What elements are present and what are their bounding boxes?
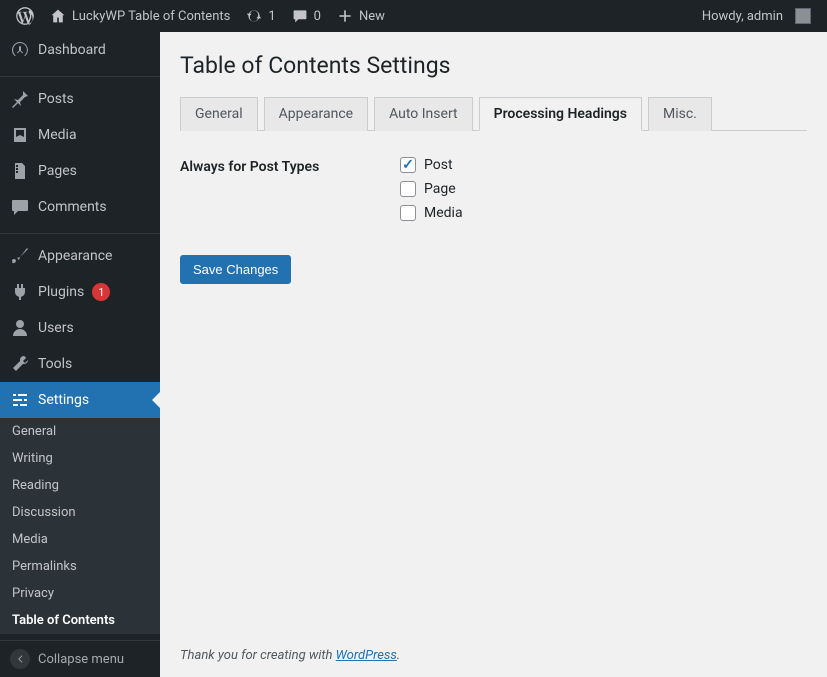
sidebar-item-users[interactable]: Users	[0, 310, 160, 346]
sidebar-item-appearance[interactable]: Appearance	[0, 238, 160, 274]
submenu-table-of-contents[interactable]: Table of Contents	[0, 607, 160, 634]
avatar	[795, 8, 811, 24]
tab-processing-headings[interactable]: Processing Headings	[479, 97, 642, 131]
sidebar-item-plugins[interactable]: Plugins 1	[0, 274, 160, 310]
checkbox-list: Post Page Media	[400, 157, 463, 221]
comment-icon	[10, 197, 30, 217]
submenu-writing[interactable]: Writing	[0, 445, 160, 472]
checkbox-media[interactable]: Media	[400, 205, 463, 221]
home-icon	[50, 8, 66, 24]
sidebar-item-label: Comments	[38, 199, 107, 215]
sidebar-item-label: Appearance	[38, 248, 112, 264]
sidebar-item-label: Media	[38, 127, 77, 143]
menu-separator	[0, 72, 160, 77]
settings-tabs: General Appearance Auto Insert Processin…	[180, 97, 807, 131]
tab-appearance[interactable]: Appearance	[264, 97, 368, 131]
submenu-general[interactable]: General	[0, 418, 160, 445]
sidebar-item-label: Pages	[38, 163, 77, 179]
admin-footer: Thank you for creating with WordPress.	[180, 634, 807, 677]
adminbar-howdy: Howdy, admin	[702, 9, 783, 24]
submenu-reading[interactable]: Reading	[0, 472, 160, 499]
adminbar-new[interactable]: New	[329, 0, 393, 32]
checkbox-label: Page	[424, 181, 456, 197]
checkbox-page[interactable]: Page	[400, 181, 463, 197]
plus-icon	[337, 8, 353, 24]
footer-text-after: .	[397, 648, 400, 663]
adminbar-account[interactable]: Howdy, admin	[694, 0, 819, 32]
main-content: Table of Contents Settings General Appea…	[160, 32, 827, 677]
sidebar-item-dashboard[interactable]: Dashboard	[0, 32, 160, 68]
field-always-for-post-types: Always for Post Types Post Page Media	[180, 157, 807, 221]
sidebar-item-label: Tools	[38, 356, 72, 372]
admin-bar: LuckyWP Table of Contents 1 0 New Howdy,…	[0, 0, 827, 32]
menu-separator	[0, 229, 160, 234]
footer-wordpress-link[interactable]: WordPress	[336, 648, 397, 663]
submenu-permalinks[interactable]: Permalinks	[0, 553, 160, 580]
sidebar-item-label: Users	[38, 320, 74, 336]
sidebar-item-tools[interactable]: Tools	[0, 346, 160, 382]
save-button[interactable]: Save Changes	[180, 255, 291, 284]
checkbox-post[interactable]: Post	[400, 157, 463, 173]
pin-icon	[10, 89, 30, 109]
checkbox-input[interactable]	[400, 205, 416, 221]
wrench-icon	[10, 354, 30, 374]
sidebar-item-pages[interactable]: Pages	[0, 153, 160, 189]
comment-icon	[292, 8, 308, 24]
adminbar-site-name[interactable]: LuckyWP Table of Contents	[42, 0, 238, 32]
plugin-icon	[10, 282, 30, 302]
adminbar-comments[interactable]: 0	[284, 0, 329, 32]
sidebar-item-media[interactable]: Media	[0, 117, 160, 153]
checkbox-input[interactable]	[400, 181, 416, 197]
dashboard-icon	[10, 40, 30, 60]
field-label: Always for Post Types	[180, 157, 400, 221]
user-icon	[10, 318, 30, 338]
adminbar-comments-count: 0	[314, 9, 321, 24]
page-icon	[10, 161, 30, 181]
adminbar-new-label: New	[359, 9, 385, 24]
sidebar-item-label: Plugins	[38, 284, 84, 300]
submenu-privacy[interactable]: Privacy	[0, 580, 160, 607]
footer-text: Thank you for creating with	[180, 648, 336, 663]
update-icon	[246, 8, 262, 24]
brush-icon	[10, 246, 30, 266]
checkbox-label: Post	[424, 157, 453, 173]
sidebar-item-comments[interactable]: Comments	[0, 189, 160, 225]
page-title: Table of Contents Settings	[180, 52, 807, 79]
tab-general[interactable]: General	[180, 97, 258, 131]
collapse-icon	[10, 649, 30, 669]
adminbar-wp-logo[interactable]	[8, 0, 42, 32]
submenu-discussion[interactable]: Discussion	[0, 499, 160, 526]
tab-misc[interactable]: Misc.	[648, 97, 712, 131]
collapse-label: Collapse menu	[38, 652, 124, 667]
settings-submenu: General Writing Reading Discussion Media…	[0, 418, 160, 634]
sidebar-item-posts[interactable]: Posts	[0, 81, 160, 117]
wordpress-logo-icon	[16, 7, 34, 25]
adminbar-updates[interactable]: 1	[238, 0, 283, 32]
sidebar-item-label: Posts	[38, 91, 74, 107]
sidebar-item-label: Settings	[38, 392, 89, 408]
collapse-menu[interactable]: Collapse menu	[0, 640, 160, 677]
media-icon	[10, 125, 30, 145]
adminbar-site-label: LuckyWP Table of Contents	[72, 9, 230, 24]
sliders-icon	[10, 390, 30, 410]
checkbox-input[interactable]	[400, 157, 416, 173]
plugins-update-badge: 1	[92, 283, 110, 301]
admin-sidebar: Dashboard Posts Media Pages Comments App…	[0, 32, 160, 677]
tab-auto-insert[interactable]: Auto Insert	[374, 97, 473, 131]
checkbox-label: Media	[424, 205, 463, 221]
sidebar-item-settings[interactable]: Settings	[0, 382, 160, 418]
adminbar-updates-count: 1	[268, 9, 275, 24]
submenu-media[interactable]: Media	[0, 526, 160, 553]
sidebar-item-label: Dashboard	[38, 42, 106, 58]
